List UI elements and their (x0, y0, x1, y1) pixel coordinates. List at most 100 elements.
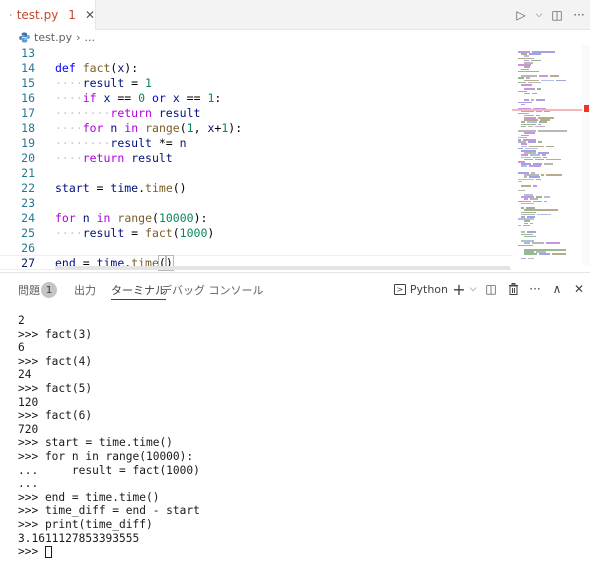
code-line[interactable]: 26 (0, 240, 512, 255)
run-icon[interactable]: ▷ (510, 4, 532, 26)
tab-terminal[interactable]: ターミナル (111, 282, 166, 300)
editor-tab-bar: test.py 1 ✕ ▷ ⌵ ◫ ··· (0, 0, 590, 30)
close-panel-icon[interactable]: ✕ (568, 278, 590, 300)
terminal-line: >>> fact(4) (18, 354, 93, 368)
tab-problems[interactable]: 問題 (18, 282, 40, 300)
minimap-stroke (538, 141, 542, 143)
terminal-line: >>> for n in range(10000): (18, 449, 194, 463)
code-line[interactable]: 21 (0, 165, 512, 180)
terminal-kind-label: Python (409, 282, 448, 296)
terminal-line: >>> fact(5) (18, 381, 93, 395)
minimap-stroke (521, 84, 532, 86)
chevron-down-icon[interactable]: ⌵ (466, 278, 480, 300)
split-editor-icon[interactable]: ◫ (546, 4, 568, 26)
minimap-stroke (518, 244, 533, 247)
terminal-line: >>> start = time.time() (18, 436, 173, 450)
tab-output[interactable]: 出力 (74, 282, 96, 300)
code-text: def fact(x): (55, 60, 139, 75)
python-file-icon (10, 14, 12, 16)
split-terminal-icon[interactable]: ◫ (480, 278, 502, 300)
terminal-line: >>> fact(6) (18, 409, 93, 423)
minimap-stroke (521, 165, 527, 167)
minimap-stroke (539, 253, 550, 255)
minimap-stroke (538, 130, 567, 132)
tab-test-py[interactable]: test.py 1 ✕ (0, 0, 96, 30)
minimap-stroke (528, 125, 533, 128)
terminal-icon: > (393, 283, 406, 295)
minimap-stroke (539, 75, 548, 77)
minimap-stroke (529, 165, 541, 167)
minimap-stroke (521, 202, 534, 205)
code-line[interactable]: 20 ····return result (0, 150, 512, 165)
minimap-stroke (521, 125, 526, 128)
breadcrumb-symbols[interactable]: ... (85, 31, 96, 44)
minimap-stroke (546, 174, 562, 176)
code-line[interactable]: 25 ····result = fact(1000) (0, 225, 512, 240)
vertical-scrollbar[interactable] (582, 45, 590, 265)
maximize-panel-icon[interactable]: ∧ (546, 278, 568, 300)
minimap-stroke (521, 103, 525, 106)
minimap-stroke (536, 99, 545, 101)
minimap-stroke (535, 158, 544, 161)
minimap-stroke (532, 92, 537, 95)
code-line[interactable]: 18 ····for n in range(1, x+1): (0, 120, 512, 135)
chevron-down-icon[interactable]: ⌵ (532, 4, 546, 26)
code-text: ····result = 1 (55, 75, 152, 90)
close-icon[interactable]: ✕ (85, 8, 95, 22)
code-text: ····result = fact(1000) (55, 225, 215, 240)
minimap-stroke (518, 70, 539, 73)
terminal-prompt-line[interactable]: >>> (18, 545, 200, 559)
minimap-stroke (532, 242, 544, 244)
code-line[interactable]: 23 (0, 195, 512, 210)
line-number: 19 (21, 135, 35, 150)
code-line[interactable]: 19 ········result *= n (0, 135, 512, 150)
code-line[interactable]: 24 for n in range(10000): (0, 210, 512, 225)
trash-glyph (508, 283, 518, 295)
terminal-selector[interactable]: > Python (393, 282, 452, 296)
more-actions-icon[interactable]: ··· (524, 278, 546, 300)
minimap-stroke (528, 141, 536, 143)
minimap-stroke (523, 224, 530, 227)
code-line[interactable]: 22 start = time.time() (0, 180, 512, 195)
minimap-stroke (521, 257, 526, 260)
line-number: 16 (21, 90, 35, 105)
minimap-stroke (544, 200, 547, 203)
code-line[interactable]: 13 (0, 45, 512, 60)
minimap-stroke (550, 75, 559, 77)
tab-debug-console[interactable]: デバッグ コンソール (161, 282, 264, 300)
editor-actions: ▷ ⌵ ◫ ··· (510, 0, 590, 30)
line-number: 18 (21, 120, 35, 135)
minimap-error-highlight (512, 109, 582, 111)
minimap-stroke (518, 180, 522, 183)
breadcrumb: test.py › ... (0, 30, 512, 45)
minimap-stroke (556, 79, 566, 82)
line-number: 14 (21, 60, 35, 75)
minimap-stroke (521, 185, 531, 187)
python-file-icon (19, 32, 30, 43)
trash-icon[interactable] (502, 278, 524, 300)
code-editor[interactable]: 13 14 def fact(x): 15 ····result = 1 16 ····if… (0, 45, 512, 272)
line-number: 17 (21, 105, 35, 120)
panel-tabs: 問題 1 出力 ターミナル デバッグ コンソール > Python + ⌵ ◫ (0, 273, 590, 306)
minimap-stroke (524, 235, 536, 238)
problems-badge: 1 (41, 282, 57, 298)
minimap[interactable] (512, 45, 582, 265)
terminal-output[interactable]: 2 >>> fact(3) 6 >>> fact(4) 24 >>> fact(5) 120… (18, 314, 200, 559)
code-line[interactable]: 15 ····result = 1 (0, 75, 512, 90)
code-text: ····if x == 0 or x == 1: (55, 90, 222, 105)
horizontal-scrollbar[interactable] (55, 266, 510, 270)
line-number: 20 (21, 150, 35, 165)
line-number: 13 (21, 45, 35, 60)
code-line[interactable]: 14 def fact(x): (0, 60, 512, 75)
breadcrumb-file[interactable]: test.py (34, 31, 72, 44)
code-line[interactable]: 17 ········return result (0, 105, 512, 120)
terminal-line: 2 (18, 314, 25, 327)
bottom-panel: 問題 1 出力 ターミナル デバッグ コンソール > Python + ⌵ ◫ (0, 272, 590, 571)
minimap-stroke (546, 242, 560, 244)
add-terminal-icon[interactable]: + (452, 278, 466, 300)
error-marker (584, 105, 589, 112)
more-actions-icon[interactable]: ··· (568, 4, 590, 26)
line-number: 26 (21, 240, 35, 255)
code-line[interactable]: 16 ····if x == 0 or x == 1: (0, 90, 512, 105)
terminal-line: ... (18, 477, 39, 491)
